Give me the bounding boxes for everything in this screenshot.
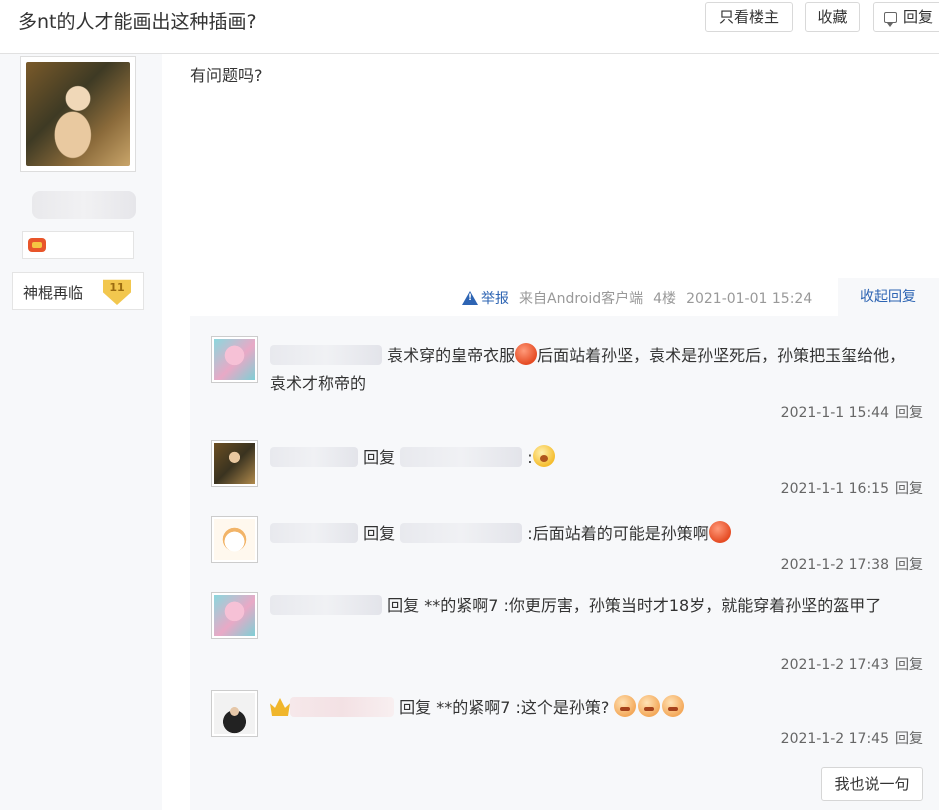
comment-body: 回复 **的紧啊7 :你更厉害，孙策当时才18岁，就能穿着孙坚的盔甲了 xyxy=(270,592,920,620)
reply-target[interactable]: **的紧啊7 xyxy=(424,596,498,615)
comment-reply-link[interactable]: 回复 xyxy=(895,657,923,673)
angry-emoji-icon xyxy=(515,343,538,365)
comment-avatar[interactable] xyxy=(211,690,258,737)
username-blurred[interactable] xyxy=(270,345,382,365)
hero-avatar-image xyxy=(214,443,255,484)
comment-avatar[interactable] xyxy=(211,592,258,639)
comment-time-row: 2021-1-2 17:45 回复 xyxy=(781,728,923,748)
username-blurred[interactable] xyxy=(270,447,358,467)
comment-time-row: 2021-1-1 16:15 回复 xyxy=(781,478,923,498)
comment-body: 回复 :后面站着的可能是孙策啊 xyxy=(270,520,920,548)
dark-avatar-image xyxy=(214,693,255,734)
author-avatar[interactable] xyxy=(20,56,136,172)
comment-text: :你更厉害，孙策当时才18岁，就能穿着孙坚的盔甲了 xyxy=(503,596,882,615)
reply-word: 回复 xyxy=(399,698,432,717)
reply-button[interactable]: 回复 xyxy=(873,2,939,32)
favorite-button[interactable]: 收藏 xyxy=(805,2,860,32)
author-avatar-image xyxy=(26,62,130,166)
comment-avatar[interactable] xyxy=(211,336,258,383)
level-badge-icon: 11 xyxy=(103,279,131,305)
author-level[interactable]: 神棍再临 11 xyxy=(12,272,144,310)
comment-reply-link[interactable]: 回复 xyxy=(895,731,923,747)
comment-text: : xyxy=(527,448,533,467)
comment-body: 回复 : xyxy=(270,444,920,472)
post-meta: 举报来自Android客户端 4楼 2021-01-01 15:24 xyxy=(462,288,812,308)
comment-time: 2021-1-1 16:15 xyxy=(780,481,889,497)
comment-icon xyxy=(884,12,897,27)
report-label: 举报 xyxy=(481,291,509,307)
comment-reply-link[interactable]: 回复 xyxy=(895,481,923,497)
comment-text: :这个是孙策? xyxy=(515,698,610,717)
warning-icon xyxy=(462,291,478,305)
username-blurred[interactable] xyxy=(270,595,382,615)
comment-avatar[interactable] xyxy=(211,440,258,487)
target-username-blurred[interactable] xyxy=(400,447,523,467)
angry-emoji-icon xyxy=(708,521,731,543)
gamepad-medal-icon xyxy=(28,238,46,252)
reply-word: 回复 xyxy=(363,448,396,467)
username-blurred[interactable] xyxy=(290,697,394,717)
reply-word: 回复 xyxy=(363,524,396,543)
comment-time: 2021-1-2 17:38 xyxy=(780,557,889,573)
frown-emoji-icon xyxy=(614,695,637,717)
comment-time: 2021-1-1 15:44 xyxy=(780,405,889,421)
level-name: 神棍再临 xyxy=(23,284,84,302)
comment-time: 2021-1-2 17:43 xyxy=(780,657,889,673)
yawn-emoji-icon xyxy=(532,445,555,467)
reply-button-label: 回复 xyxy=(903,8,934,26)
collapse-replies-link[interactable]: 收起回复 xyxy=(838,278,939,316)
thread-title: 多nt的人才能画出这种插画? xyxy=(18,11,257,33)
comment-text: :后面站着的可能是孙策啊 xyxy=(527,524,709,543)
only-op-button[interactable]: 只看楼主 xyxy=(705,2,793,32)
thread-header: 多nt的人才能画出这种插画? 只看楼主 收藏 回复 xyxy=(0,0,939,54)
report-link[interactable]: 举报 xyxy=(462,291,509,307)
reply-word: 回复 xyxy=(387,596,420,615)
crown-badge-icon xyxy=(270,698,290,716)
author-medal-box xyxy=(22,231,134,259)
comment-avatar[interactable] xyxy=(211,516,258,563)
post-floor: 4楼 xyxy=(653,291,677,307)
frown-emoji-icon xyxy=(638,695,661,717)
comment-body: 袁术穿的皇帝衣服 后面站着孙坚，袁术是孙坚死后，孙策把玉玺给他，袁术才称帝的 xyxy=(270,342,920,398)
comment-time-row: 2021-1-2 17:43 回复 xyxy=(781,654,923,674)
target-username-blurred[interactable] xyxy=(400,523,523,543)
comment-time-row: 2021-1-2 17:38 回复 xyxy=(781,554,923,574)
author-sidebar: 神棍再临 11 xyxy=(0,54,162,810)
author-name-blurred xyxy=(32,191,136,219)
comment-reply-link[interactable]: 回复 xyxy=(895,557,923,573)
anime-avatar-image xyxy=(214,339,255,380)
comment-body: 回复 **的紧啊7 :这个是孙策? xyxy=(270,694,920,722)
post-source: 来自Android客户端 xyxy=(519,291,644,307)
post-content: 有问题吗? xyxy=(190,66,263,85)
cat-avatar-image xyxy=(214,519,255,560)
post-datetime: 2021-01-01 15:24 xyxy=(686,291,813,307)
reply-target[interactable]: **的紧啊7 xyxy=(436,698,510,717)
comment-text: 袁术穿的皇帝衣服 xyxy=(387,346,516,365)
add-comment-button[interactable]: 我也说一句 xyxy=(821,767,923,801)
anime-avatar-image xyxy=(214,595,255,636)
reply-panel: 袁术穿的皇帝衣服 后面站着孙坚，袁术是孙坚死后，孙策把玉玺给他，袁术才称帝的 20… xyxy=(190,316,939,810)
comment-reply-link[interactable]: 回复 xyxy=(895,405,923,421)
frown-emoji-icon xyxy=(662,695,685,717)
comment-time: 2021-1-2 17:45 xyxy=(780,731,889,747)
username-blurred[interactable] xyxy=(270,523,358,543)
comment-time-row: 2021-1-1 15:44 回复 xyxy=(781,402,923,422)
